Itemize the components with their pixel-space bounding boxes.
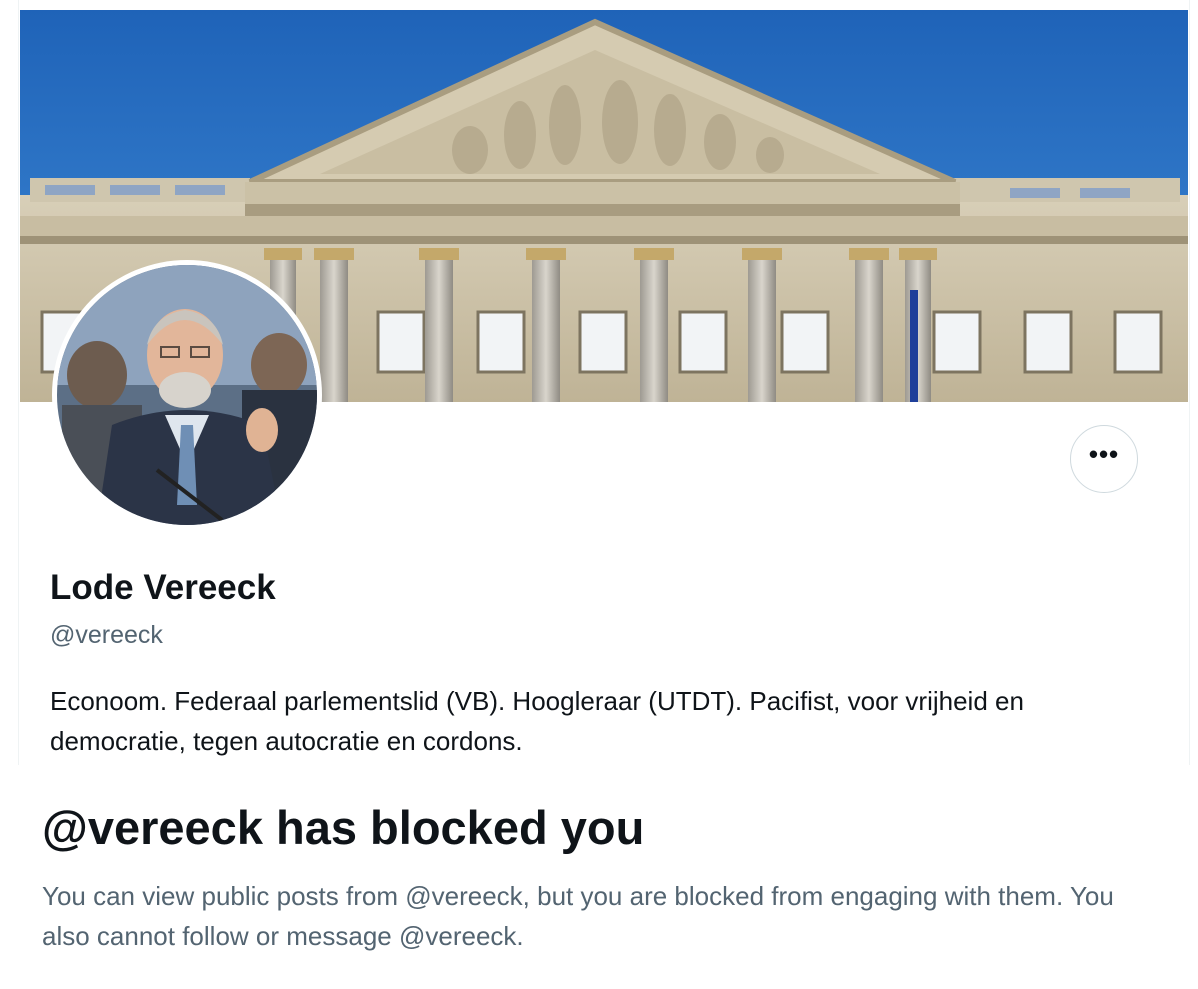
blocked-message: You can view public posts from @vereeck,… bbox=[42, 881, 1114, 951]
display-name: Lode Vereeck bbox=[50, 568, 276, 607]
avatar-photo bbox=[57, 265, 317, 525]
blocked-title: @vereeck has blocked you bbox=[42, 801, 645, 854]
more-options-icon: ••• bbox=[1088, 439, 1120, 469]
user-handle: @vereeck bbox=[50, 621, 163, 649]
avatar[interactable] bbox=[52, 260, 322, 530]
profile-bio: Econoom. Federaal parlementslid (VB). Ho… bbox=[50, 686, 1024, 756]
profile-page: ••• Lode Vereeck @vereeck Econoom. Feder… bbox=[0, 0, 1198, 989]
more-options-button[interactable]: ••• bbox=[1070, 425, 1138, 493]
profile-photo-icon bbox=[57, 265, 317, 525]
